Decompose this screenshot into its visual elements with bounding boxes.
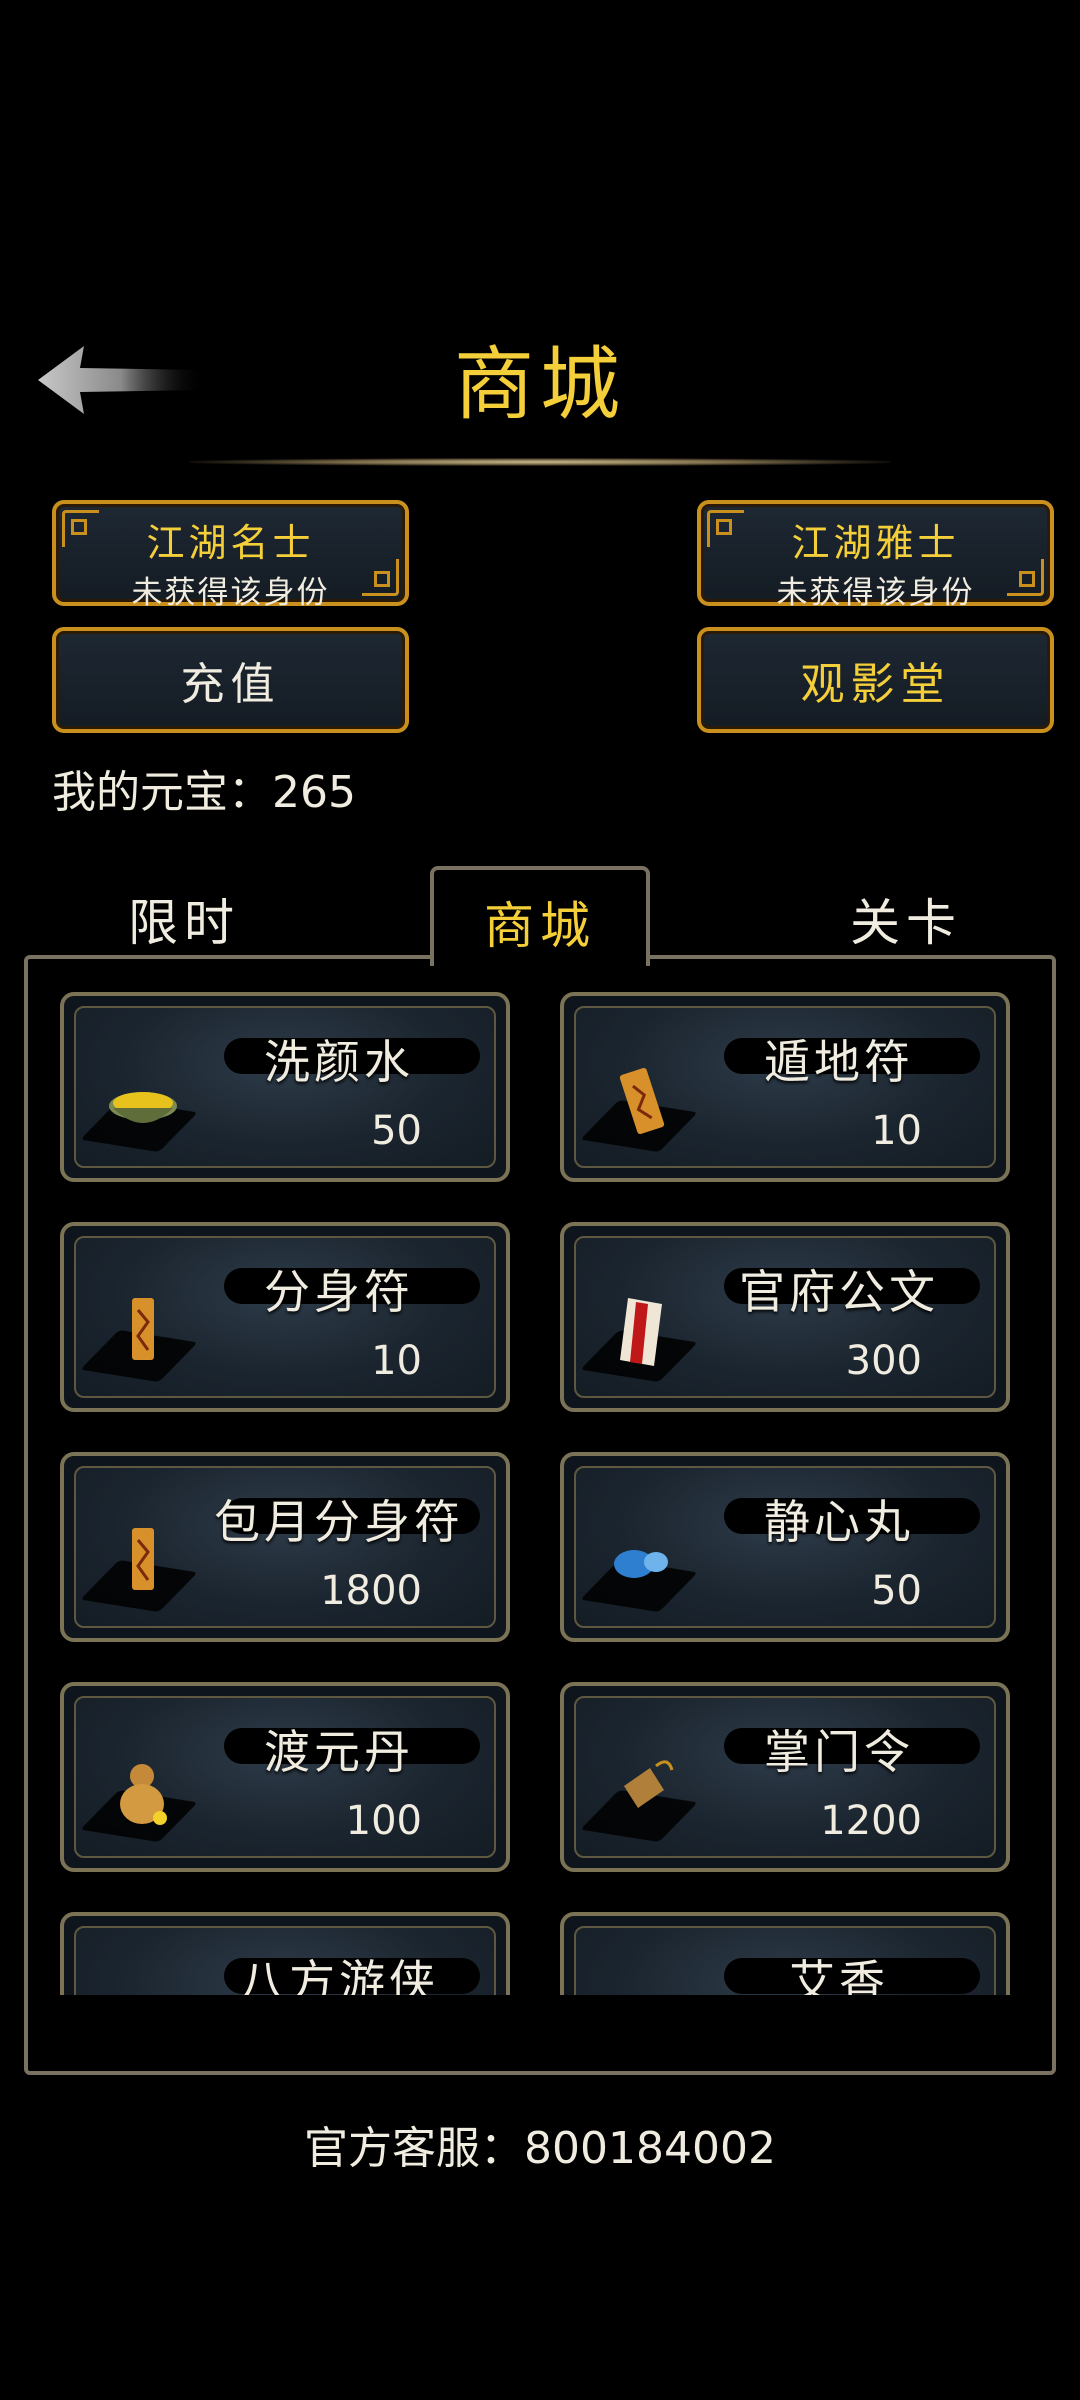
tab-mall[interactable]: 商城 xyxy=(430,866,650,966)
service-number: 800184002 xyxy=(524,2123,776,2174)
item-name: 八方游侠 xyxy=(239,1955,439,1995)
identity-status: 未获得该身份 xyxy=(776,575,975,611)
tab-level[interactable]: 关卡 xyxy=(850,883,962,955)
item-name: 遁地符 xyxy=(764,1035,914,1089)
item-price: 50 xyxy=(371,1108,422,1154)
shop-item-card[interactable]: 渡元丹 100 xyxy=(60,1682,510,1872)
corner-ornament xyxy=(362,559,399,596)
shop-item-card[interactable]: 静心丸 50 xyxy=(560,1452,1010,1642)
item-name: 掌门令 xyxy=(764,1725,914,1779)
item-price: 300 xyxy=(845,1338,922,1384)
shop-item-card[interactable]: 包月分身符 1800 xyxy=(60,1452,510,1642)
item-price: 10 xyxy=(871,1108,922,1154)
service-label: 官方客服： xyxy=(304,2123,525,2174)
title-divider xyxy=(190,458,890,466)
shop-item-card[interactable]: 洗颜水 50 xyxy=(60,992,510,1182)
item-grid[interactable]: 洗颜水 50 遁地符 10 分身符 10 官府公文 300 包月分身符 1800… xyxy=(56,990,1022,1995)
item-name: 官府公文 xyxy=(739,1265,939,1319)
corner-ornament xyxy=(707,510,744,547)
shop-item-card[interactable]: 掌门令 1200 xyxy=(560,1682,1010,1872)
customer-service: 官方客服：800184002 xyxy=(0,2112,1080,2176)
identity-badge-mingshi[interactable]: 江湖名士 未获得该身份 xyxy=(52,500,409,611)
item-price: 50 xyxy=(871,1568,922,1614)
shop-item-card[interactable]: 艾香 xyxy=(560,1912,1010,1995)
shop-item-card[interactable]: 分身符 10 xyxy=(60,1222,510,1412)
item-name: 分身符 xyxy=(264,1265,414,1319)
item-name: 包月分身符 xyxy=(214,1495,464,1549)
identity-title: 江湖名士 xyxy=(146,521,315,565)
item-price: 10 xyxy=(371,1338,422,1384)
item-name: 静心丸 xyxy=(764,1495,914,1549)
shop-item-card[interactable]: 遁地符 10 xyxy=(560,992,1010,1182)
item-price: 1200 xyxy=(820,1798,922,1844)
item-price: 100 xyxy=(345,1798,422,1844)
recharge-button[interactable]: 充值 xyxy=(52,627,409,733)
shop-item-card[interactable]: 官府公文 300 xyxy=(560,1222,1010,1412)
shop-item-card[interactable]: 八方游侠 xyxy=(60,1912,510,1995)
tab-limited[interactable]: 限时 xyxy=(128,883,240,955)
identity-title: 江湖雅士 xyxy=(791,521,960,565)
corner-ornament xyxy=(1007,559,1044,596)
cinema-button[interactable]: 观影堂 xyxy=(697,627,1054,733)
item-price: 1800 xyxy=(320,1568,422,1614)
balance-label: 我的元宝： xyxy=(52,767,272,818)
item-name: 渡元丹 xyxy=(264,1725,414,1779)
page-title: 商城 xyxy=(454,338,626,431)
identity-status: 未获得该身份 xyxy=(131,575,330,611)
identity-badge-yashi[interactable]: 江湖雅士 未获得该身份 xyxy=(697,500,1054,611)
ingot-balance: 我的元宝：265 xyxy=(52,756,356,820)
balance-value: 265 xyxy=(272,767,356,818)
item-name: 洗颜水 xyxy=(264,1035,414,1089)
corner-ornament xyxy=(62,510,99,547)
item-name: 艾香 xyxy=(789,1955,889,1995)
